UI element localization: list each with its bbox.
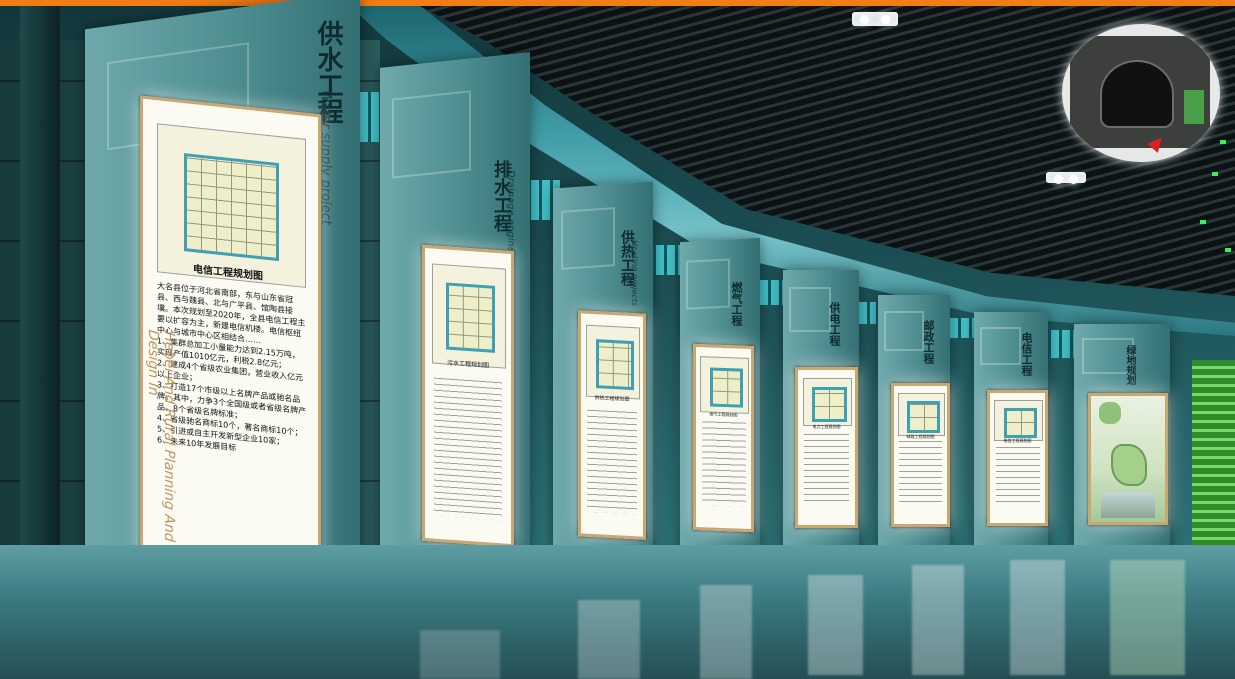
panel-reflection [808,575,863,675]
green-light-dot [1220,140,1226,144]
minimap-green-zone [1184,90,1204,124]
panel-reflection [420,630,500,679]
panel-1-watermark-text: Hebei And Rural Planning And Design In [145,329,177,543]
panel-3-caption: 供热工程规划图 [594,395,630,403]
panel-7-board: 电信工程规划图 [987,390,1048,526]
minimap [1062,24,1220,162]
panel-5-body-lines [803,432,850,507]
panel-3-heading-en: Heating projects [630,240,639,306]
map-thumbnail [898,392,945,437]
green-map-blob [1111,444,1147,486]
panel-3-body-lines [587,406,637,515]
green-map-blob [1099,402,1121,424]
panel-3-board: 供热工程规划图 [578,310,646,540]
panel-7-body-lines [995,445,1040,508]
panel-7-caption: 电信工程规划图 [1003,438,1032,443]
panel-8-heading-cn: 绿地规划 [1124,345,1135,385]
panel-6-board: 邮政工程规划图 [891,383,950,527]
panel-1-body: 大名县位于河北省南部，东与山东省冠县、西与魏县、北与广平县、馆陶县接壤。本次规划… [157,281,307,453]
top-accent-bar [0,0,1235,6]
map-thumbnail [431,262,507,369]
panel-reflection [700,585,752,679]
street-photo [1101,492,1155,518]
panel-2-body-lines [433,376,503,521]
exhibition-hall-render: 供水工程 Water supply project 电信工程规划图 大名县位于河… [0,0,1235,679]
panel-5-board: 电力工程规划图 [795,367,858,528]
light-cube-strip [950,318,976,338]
panel-reflection [578,600,640,679]
panel-8-board [1088,393,1168,525]
minimap-hall [1100,60,1174,128]
panel-4-heading-cn: 燃气工程 [730,282,743,326]
green-light-dot [1212,172,1218,176]
panel-reflection [1110,560,1185,675]
map-thumbnail [802,377,853,427]
panel-6-heading-cn: 邮政工程 [922,320,935,364]
panel-4-caption: 燃气工程规划图 [709,411,738,418]
spotlight-icon [1046,172,1086,184]
panel-5-caption: 电力工程规划图 [812,424,841,429]
green-light-dot [1200,220,1206,224]
green-light-dot [1225,248,1231,252]
left-frame [20,0,60,640]
panel-reflection [912,565,964,675]
panel-reflection [1010,560,1065,675]
panel-5-heading-cn: 供电工程 [828,302,841,346]
spotlight-icon [852,12,898,26]
panel-2-board: 污水工程规划图 [422,244,514,548]
panel-4-body-lines [701,419,746,508]
map-thumbnail [994,399,1043,441]
panel-6-body-lines [899,441,942,508]
map-thumbnail [585,324,641,400]
map-thumbnail [700,356,749,414]
panel-1-board: 电信工程规划图 大名县位于河北省南部，东与山东省冠县、西与魏县、北与广平县、馆陶… [140,95,321,581]
green-wall [1192,360,1235,550]
panel-4-board: 燃气工程规划图 [693,343,754,533]
panel-6-caption: 邮政工程规划图 [906,434,935,439]
panel-7-heading-cn: 电信工程 [1020,332,1033,376]
